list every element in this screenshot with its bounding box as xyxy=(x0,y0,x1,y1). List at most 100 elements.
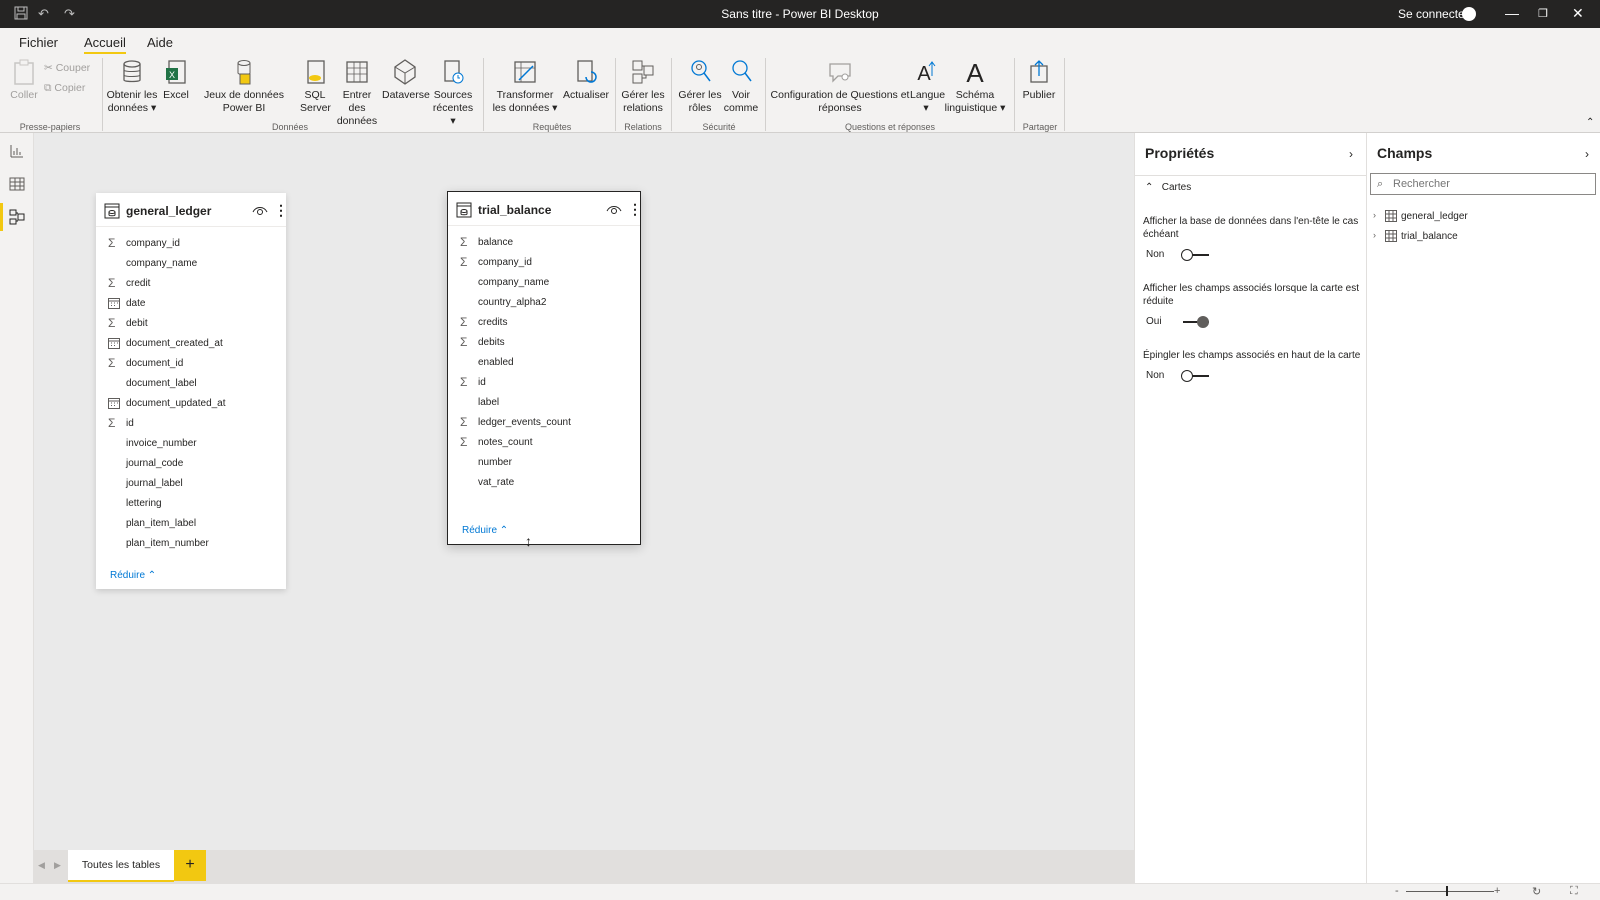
zoom-out-icon[interactable]: - xyxy=(1395,885,1399,897)
field-row[interactable]: country_alpha2 xyxy=(448,292,640,312)
more-options-icon[interactable]: ⋮ xyxy=(274,202,288,219)
reduce-link[interactable]: Réduire ⌃ xyxy=(462,525,508,536)
field-row[interactable]: journal_code xyxy=(96,453,286,473)
visibility-icon[interactable] xyxy=(252,205,268,217)
field-row[interactable]: Σcompany_id xyxy=(96,233,286,253)
tab-scroll-left-icon[interactable]: ◀ xyxy=(38,860,45,871)
field-row[interactable]: Σledger_events_count xyxy=(448,412,640,432)
view-as-label: Voir comme xyxy=(723,89,759,114)
relations-icon xyxy=(632,60,654,84)
get-data-button[interactable]: Obtenir les données ▾ xyxy=(106,58,158,115)
tree-item[interactable]: › general_ledger xyxy=(1373,208,1593,226)
option-toggle[interactable]: Non xyxy=(1143,248,1223,262)
field-row[interactable]: label xyxy=(448,392,640,412)
table-icon xyxy=(346,61,368,83)
qna-setup-button[interactable]: Configuration de Questions et réponses xyxy=(770,58,910,115)
card-header[interactable]: general_ledger ⋮ xyxy=(96,193,288,227)
field-row[interactable]: company_name xyxy=(448,272,640,292)
field-row[interactable]: Σdebit xyxy=(96,313,286,333)
zoom-in-icon[interactable]: + xyxy=(1494,885,1500,897)
model-canvas[interactable]: general_ledger ⋮ Σcompany_id company_name… xyxy=(34,133,1134,850)
table-card-trial-balance[interactable]: trial_balance ⋮ Σbalance Σcompany_idcompa… xyxy=(447,191,642,545)
collapse-pane-icon[interactable]: › xyxy=(1585,147,1589,161)
refresh-button[interactable]: Actualiser xyxy=(562,58,610,102)
chevron-right-icon[interactable]: › xyxy=(1373,210,1376,220)
field-row[interactable]: plan_item_label xyxy=(96,513,286,533)
reduce-link[interactable]: Réduire ⌃ xyxy=(110,570,156,581)
field-row[interactable]: Σbalance xyxy=(448,232,640,252)
field-row[interactable]: Σnotes_count xyxy=(448,432,640,452)
field-row[interactable]: enabled xyxy=(448,352,640,372)
field-row[interactable]: Σcompany_id xyxy=(448,252,640,272)
collapse-pane-icon[interactable]: › xyxy=(1349,147,1353,161)
card-header[interactable]: trial_balance ⋮ xyxy=(448,192,642,226)
chevron-right-icon[interactable]: › xyxy=(1373,230,1376,240)
field-row[interactable]: Σcredit xyxy=(96,273,286,293)
field-row[interactable]: Σdocument_id xyxy=(96,353,286,373)
data-view-icon[interactable] xyxy=(9,176,25,192)
view-as-button[interactable]: Voir comme xyxy=(720,58,762,115)
report-view-icon[interactable] xyxy=(9,143,25,159)
dataverse-button[interactable]: Dataverse xyxy=(382,58,430,102)
field-row[interactable]: document_label xyxy=(96,373,286,393)
model-view-icon[interactable] xyxy=(0,203,25,231)
field-row[interactable]: journal_label xyxy=(96,473,286,493)
field-row[interactable]: Σcredits xyxy=(448,312,640,332)
publish-button[interactable]: Publier xyxy=(1018,58,1060,102)
option-toggle[interactable]: Non xyxy=(1143,369,1223,383)
visibility-icon[interactable] xyxy=(606,204,622,216)
divider xyxy=(102,58,103,131)
enter-data-button[interactable]: Entrer des données xyxy=(333,58,381,128)
linguistic-schema-button[interactable]: A Schéma linguistique ▾ xyxy=(942,58,1008,115)
excel-button[interactable]: X Excel xyxy=(162,58,190,102)
language-button[interactable]: A Langue ▾ xyxy=(910,58,945,115)
zoom-slider[interactable] xyxy=(1406,891,1494,892)
close-icon[interactable]: ✕ xyxy=(1572,5,1584,22)
add-layout-button[interactable]: + xyxy=(174,850,206,881)
field-row[interactable]: number xyxy=(448,452,640,472)
zoom-slider-thumb[interactable] xyxy=(1446,886,1448,896)
signin-link[interactable]: Se connecter xyxy=(1398,7,1469,21)
menu-tab-accueil[interactable]: Accueil xyxy=(84,35,126,54)
field-row[interactable]: Σdebits xyxy=(448,332,640,352)
avatar[interactable] xyxy=(1462,7,1476,21)
field-row[interactable]: Σid xyxy=(448,372,640,392)
field-row[interactable]: lettering xyxy=(96,493,286,513)
group-label-share: Partager xyxy=(1022,122,1058,132)
field-row[interactable]: date xyxy=(96,293,286,313)
search-input[interactable] xyxy=(1393,176,1589,192)
menu-tab-aide[interactable]: Aide xyxy=(147,35,173,50)
fit-to-screen-icon[interactable]: ⛶ xyxy=(1570,885,1578,898)
tab-scroll-right-icon[interactable]: ▶ xyxy=(54,860,61,871)
field-row[interactable]: Σid xyxy=(96,413,286,433)
field-row[interactable]: plan_item_number xyxy=(96,533,286,553)
menu-tab-fichier[interactable]: Fichier xyxy=(19,35,58,50)
transform-data-button[interactable]: Transformer les données ▾ xyxy=(491,58,559,115)
field-row[interactable]: document_updated_at xyxy=(96,393,286,413)
pbi-datasets-button[interactable]: Jeux de données Power BI xyxy=(192,58,296,115)
restore-icon[interactable]: ❐ xyxy=(1538,7,1548,20)
collapse-ribbon-icon[interactable]: ⌃ xyxy=(1586,117,1594,128)
field-row[interactable]: company_name xyxy=(96,253,286,273)
copy-button[interactable]: ⧉ Copier xyxy=(44,82,96,95)
field-row[interactable]: invoice_number xyxy=(96,433,286,453)
section-cartes[interactable]: ⌃ Cartes xyxy=(1145,182,1191,193)
option-toggle[interactable]: Oui xyxy=(1143,315,1223,329)
sigma-icon: Σ xyxy=(108,356,116,370)
search-box[interactable]: ⌕ xyxy=(1370,173,1596,195)
field-name: company_name xyxy=(478,277,550,288)
tree-item[interactable]: › trial_balance xyxy=(1373,228,1593,246)
manage-relations-button[interactable]: Gérer les relations xyxy=(619,58,667,115)
cut-button[interactable]: ✂ Couper xyxy=(44,62,96,75)
manage-roles-button[interactable]: Gérer les rôles xyxy=(676,58,724,115)
table-card-general-ledger[interactable]: general_ledger ⋮ Σcompany_id company_name… xyxy=(96,193,288,589)
more-options-icon[interactable]: ⋮ xyxy=(628,201,642,218)
sql-server-button[interactable]: SQL Server xyxy=(300,58,331,115)
recent-sources-button[interactable]: Sources récentes ▾ xyxy=(430,58,476,128)
paste-button[interactable]: Coller xyxy=(8,58,40,102)
field-row[interactable]: vat_rate xyxy=(448,472,640,492)
field-row[interactable]: document_created_at xyxy=(96,333,286,353)
tab-all-tables[interactable]: Toutes les tables xyxy=(68,850,174,882)
reset-zoom-icon[interactable]: ↻ xyxy=(1532,885,1541,898)
minimize-icon[interactable]: — xyxy=(1505,5,1519,21)
